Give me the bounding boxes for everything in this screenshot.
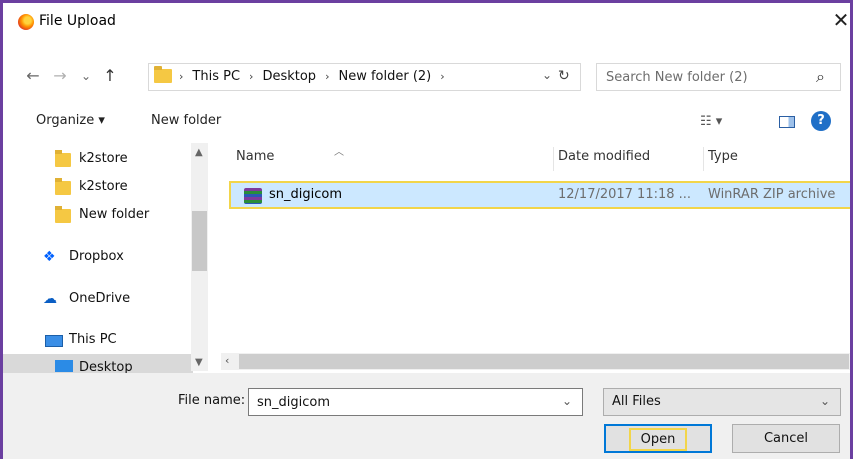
breadcrumb: › This PC › Desktop › New folder (2) ›	[179, 69, 454, 84]
address-dropdown-icon[interactable]: ⌄	[542, 68, 552, 82]
open-button[interactable]: Open	[604, 424, 712, 453]
chevron-down-icon[interactable]: ⌄	[562, 394, 572, 408]
refresh-icon[interactable]: ↻	[558, 68, 570, 84]
breadcrumb-desktop[interactable]: Desktop	[262, 69, 316, 84]
organize-button[interactable]: Organize ▾	[36, 113, 105, 128]
breadcrumb-separator: ›	[440, 70, 445, 83]
column-header-type[interactable]: Type	[708, 149, 738, 164]
navigation-pane: k2store k2store New folder ❖ Dropbox ☁ O…	[3, 143, 208, 375]
sidebar-item-label: k2store	[79, 151, 128, 166]
title-bar: File Upload ✕	[3, 3, 850, 37]
folder-icon	[55, 178, 71, 195]
forward-button[interactable]: →	[51, 66, 69, 88]
file-type-select[interactable]: All Files ⌄	[603, 388, 841, 416]
file-name-cell: sn_digicom	[269, 187, 343, 202]
file-type-value: All Files	[612, 394, 661, 409]
scroll-left-icon[interactable]: ‹	[225, 354, 229, 367]
desktop-icon	[55, 360, 73, 372]
dropbox-icon: ❖	[43, 249, 56, 265]
open-button-label: Open	[628, 428, 688, 451]
address-bar[interactable]: › This PC › Desktop › New folder (2) › ⌄ ↻	[148, 63, 581, 91]
breadcrumb-separator: ›	[325, 70, 330, 83]
cancel-button[interactable]: Cancel	[732, 424, 840, 453]
folder-icon	[154, 66, 172, 83]
file-upload-dialog: File Upload ✕ ← → ⌄ ↑ › This PC › Desktop › N…	[0, 0, 853, 459]
command-toolbar: Organize ▾ New folder ☷ ▾ ?	[3, 104, 850, 138]
new-folder-button[interactable]: New folder	[151, 113, 221, 128]
sidebar-item-k2store[interactable]: k2store	[3, 173, 193, 201]
sidebar-item-new-folder[interactable]: New folder	[3, 201, 193, 229]
sort-ascending-icon: ︿	[334, 147, 344, 158]
sidebar-item-k2store-sync[interactable]: k2store	[3, 145, 193, 173]
dialog-footer: File name: sn_digicom ⌄ All Files ⌄ Open…	[3, 373, 850, 459]
close-button[interactable]: ✕	[829, 8, 850, 32]
horizontal-scrollbar[interactable]: ‹	[221, 353, 850, 370]
scrollbar-thumb[interactable]	[192, 211, 207, 271]
sidebar-item-desktop[interactable]: Desktop	[3, 354, 193, 375]
column-header-name[interactable]: Name	[236, 149, 274, 164]
firefox-icon	[18, 14, 34, 30]
file-name-label: File name:	[178, 393, 246, 408]
sidebar-item-label: New folder	[79, 207, 150, 222]
up-button[interactable]: ↑	[101, 66, 119, 88]
scroll-down-icon[interactable]: ▼	[195, 357, 203, 368]
breadcrumb-separator: ›	[179, 70, 184, 83]
file-list: ︿ Name Date modified Type sn_digicom 12/…	[221, 143, 850, 371]
sidebar-item-this-pc[interactable]: This PC	[3, 326, 193, 354]
folder-sync-icon	[55, 150, 71, 167]
column-divider[interactable]	[553, 147, 554, 171]
view-options-button[interactable]: ☷ ▾	[700, 114, 728, 129]
sidebar-item-dropbox[interactable]: ❖ Dropbox	[3, 243, 193, 271]
date-modified-cell: 12/17/2017 11:18 ...	[558, 187, 692, 202]
search-box[interactable]: Search New folder (2) ⌕	[596, 63, 841, 91]
type-cell: WinRAR ZIP archive	[708, 187, 836, 202]
recent-locations-button[interactable]: ⌄	[77, 66, 95, 88]
navigation-scrollbar[interactable]: ▲ ▼	[191, 143, 208, 371]
winrar-archive-icon	[244, 188, 262, 204]
folder-icon	[55, 206, 71, 223]
preview-pane-icon[interactable]	[779, 116, 795, 128]
breadcrumb-new-folder-2[interactable]: New folder (2)	[338, 69, 431, 84]
dialog-title: File Upload	[39, 13, 116, 29]
sidebar-item-label: k2store	[79, 179, 128, 194]
scroll-up-icon[interactable]: ▲	[195, 147, 203, 158]
breadcrumb-this-pc[interactable]: This PC	[192, 69, 240, 84]
file-name-input[interactable]: sn_digicom	[257, 395, 330, 410]
chevron-down-icon[interactable]: ⌄	[820, 394, 830, 408]
table-row[interactable]: sn_digicom 12/17/2017 11:18 ... WinRAR Z…	[229, 181, 850, 209]
column-divider[interactable]	[703, 147, 704, 171]
sidebar-item-onedrive[interactable]: ☁ OneDrive	[3, 285, 193, 313]
search-input[interactable]: Search New folder (2)	[606, 70, 748, 85]
back-button[interactable]: ←	[24, 66, 42, 88]
file-name-combobox[interactable]: sn_digicom ⌄	[248, 388, 583, 416]
scrollbar-thumb[interactable]	[239, 354, 849, 369]
breadcrumb-separator: ›	[249, 70, 254, 83]
sidebar-item-label: Dropbox	[69, 249, 124, 264]
sidebar-item-label: This PC	[69, 332, 117, 347]
computer-icon	[45, 335, 63, 347]
column-header-date-modified[interactable]: Date modified	[558, 149, 650, 164]
search-icon: ⌕	[816, 67, 825, 86]
help-icon[interactable]: ?	[811, 111, 831, 131]
onedrive-icon: ☁	[43, 291, 57, 307]
sidebar-item-label: OneDrive	[69, 291, 131, 306]
